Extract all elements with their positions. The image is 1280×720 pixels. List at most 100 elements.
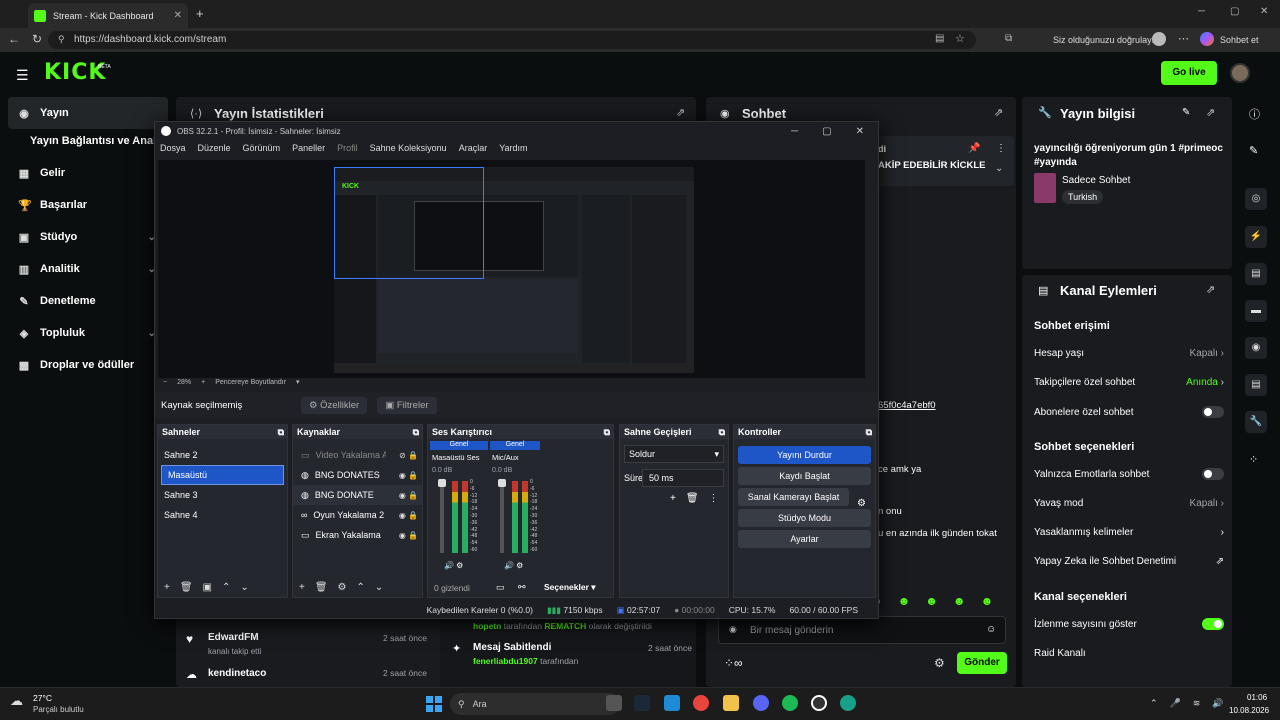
banned-words-row[interactable]: Yasaklanmış kelimeler › (1034, 527, 1224, 538)
speaker-icon[interactable]: 🔊 ⚙ (504, 561, 523, 570)
taskbar-search[interactable]: ⚲ Ara (450, 693, 620, 715)
maximize-icon[interactable]: ▢ (1230, 6, 1239, 17)
visibility-icon[interactable]: ◉ 🔒 (399, 531, 418, 540)
menu-file[interactable]: Dosya (160, 143, 186, 153)
edit-icon[interactable]: ✎ (1182, 107, 1190, 118)
move-up-icon[interactable]: ⌃ (357, 582, 365, 593)
sidebar-item-studio[interactable]: ▣ Stüdyo ⌄ (8, 221, 168, 253)
obs-minimize-icon[interactable]: ─ (791, 126, 798, 137)
go-live-button[interactable]: Go live (1161, 61, 1217, 85)
document-icon[interactable]: ▤ (1245, 263, 1267, 285)
spotify-icon[interactable] (782, 695, 798, 711)
dock-popout-icon[interactable]: ⧉ (278, 427, 284, 438)
tab-close-icon[interactable]: ✕ (174, 10, 182, 21)
volume-slider[interactable] (440, 481, 444, 553)
chat-input[interactable]: Bir mesaj gönderin (750, 625, 833, 636)
site-info-icon[interactable]: ⚲ (58, 34, 65, 45)
studio-mode-button[interactable]: Stüdyo Modu (738, 509, 871, 527)
favorite-icon[interactable]: ☆ (955, 32, 965, 45)
gear-icon[interactable]: ⚙ (338, 582, 347, 593)
wrench-icon[interactable]: 🔧 (1245, 411, 1267, 433)
add-icon[interactable]: + (164, 582, 170, 593)
mixer-channel-name[interactable]: Masaüstü Ses (432, 453, 480, 462)
emoji-icon[interactable]: ☺ (986, 624, 996, 635)
reader-icon[interactable]: ▤ (935, 33, 944, 44)
emote-icon[interactable]: ☻ (925, 594, 938, 608)
edge-icon[interactable] (664, 695, 680, 711)
menu-profile[interactable]: Profil (337, 143, 358, 153)
app-icon[interactable] (840, 695, 856, 711)
trash-icon[interactable]: 🗑 (686, 493, 699, 504)
visibility-icon[interactable]: ◉ 🔒 (399, 471, 418, 480)
pinned-more-icon[interactable]: ⋮ (996, 143, 1006, 154)
scene-item[interactable]: Sahne 4 (158, 505, 287, 525)
filters-button[interactable]: ▣ Filtreler (377, 396, 437, 414)
sidebar-item-moderation[interactable]: ✎ Denetleme (8, 285, 168, 317)
view-count-toggle[interactable] (1202, 618, 1224, 630)
browser-tab[interactable]: Stream - Kick Dashboard ✕ (28, 3, 188, 28)
move-down-icon[interactable]: ⌄ (240, 582, 248, 593)
properties-button[interactable]: ⚙ Özellikler (301, 396, 368, 414)
emote-icon[interactable]: ☻ (981, 594, 994, 608)
visibility-icon[interactable]: ◉ 🔒 (399, 511, 418, 520)
send-button[interactable]: Gönder (957, 652, 1007, 674)
clock-time[interactable]: 01:06 (1247, 693, 1267, 702)
emote-icon[interactable]: ☻ (953, 594, 966, 608)
actions-icon[interactable]: ▤ (1245, 374, 1267, 396)
menu-scene-collection[interactable]: Sahne Koleksiyonu (370, 143, 447, 153)
popout-icon[interactable]: ⇗ (676, 106, 685, 119)
pin-icon[interactable]: 📌 (968, 143, 980, 154)
volume-slider[interactable] (500, 481, 504, 553)
add-icon[interactable]: + (299, 582, 305, 593)
zoom-in-icon[interactable]: + (201, 379, 205, 386)
sidebar-item-drops[interactable]: ▩ Droplar ve ödüller (8, 349, 168, 381)
copilot-chat-button[interactable]: Sohbet et (1220, 35, 1259, 45)
chevron-up-icon[interactable]: ⌃ (1150, 698, 1158, 709)
bolt-icon[interactable]: ⚡ (1245, 226, 1267, 248)
subs-only-toggle[interactable] (1202, 406, 1224, 418)
add-icon[interactable]: + (670, 493, 676, 504)
mixer-options-button[interactable]: Seçenekler ▾ (544, 582, 596, 593)
slow-mode-row[interactable]: Yavaş mod Kapalı › (1034, 498, 1224, 509)
task-view-icon[interactable] (606, 695, 622, 711)
sidebar-item-analytics[interactable]: ▥ Analitik ⌄ (8, 253, 168, 285)
menu-docks[interactable]: Paneller (292, 143, 325, 153)
obs-maximize-icon[interactable]: ▢ (822, 126, 831, 137)
extensions-icon[interactable]: ⧉ (1005, 33, 1012, 44)
followers-only-row[interactable]: Takipçilere özel sohbet Anında › (1034, 377, 1224, 388)
emote-icon[interactable]: ☻ (898, 594, 911, 608)
menu-edit[interactable]: Düzenle (198, 143, 231, 153)
account-age-row[interactable]: Hesap yaşı Kapalı › (1034, 348, 1224, 359)
dock-popout-icon[interactable]: ⧉ (719, 427, 725, 438)
start-recording-button[interactable]: Kaydı Başlat (738, 467, 871, 485)
popout-icon[interactable]: ⇗ (1206, 106, 1215, 119)
visibility-icon[interactable]: ◉ 🔒 (399, 491, 418, 500)
clock-date[interactable]: 10.08.2026 (1229, 706, 1269, 715)
ai-mod-row[interactable]: Yapay Zeka ile Sohbet Denetimi ⇗ (1034, 556, 1224, 567)
start-virtualcam-button[interactable]: Sanal Kamerayı Başlat (738, 488, 849, 506)
edit-icon[interactable]: ✎ (1249, 144, 1258, 157)
source-item[interactable]: ▭ Video Yakalama Aygıtı ⊘ 🔒 (293, 445, 422, 465)
chat-links-icon[interactable]: ⁘∞ (724, 656, 743, 670)
minimize-icon[interactable]: ─ (1198, 6, 1205, 17)
trash-icon[interactable]: 🗑 (180, 582, 193, 593)
source-item[interactable]: ▭ Ekran Yakalama ◉ 🔒 (293, 525, 422, 545)
chat-bubble-icon[interactable]: ▬ (1245, 300, 1267, 322)
raid-row[interactable]: Raid Kanalı (1034, 648, 1224, 659)
chat-user-icon[interactable]: ◉ (729, 624, 737, 635)
steam-icon[interactable] (634, 695, 650, 711)
volume-icon[interactable]: 🔊 (1212, 698, 1223, 709)
broadcast-icon[interactable]: ◉ (1245, 337, 1267, 359)
wifi-icon[interactable]: ≋ (1193, 698, 1201, 709)
mixer-channel-name[interactable]: Mic/Aux (492, 453, 519, 462)
source-item[interactable]: ◍ BNG DONATES ◉ 🔒 (293, 465, 422, 485)
chevron-down-icon[interactable]: ▾ (296, 378, 300, 386)
sidebar-item-revenue[interactable]: ▦ Gelir (8, 157, 168, 189)
fit-window-select[interactable]: Pencereye Boyutlandır (215, 379, 286, 386)
scene-item[interactable]: Sahne 2 (158, 445, 287, 465)
dock-popout-icon[interactable]: ⧉ (413, 427, 419, 438)
sidebar-item-community[interactable]: ◈ Topluluk ⌄ (8, 317, 168, 349)
user-avatar[interactable] (1230, 63, 1250, 83)
menu-help[interactable]: Yardım (499, 143, 527, 153)
mic-icon[interactable]: 🎤 (1170, 698, 1181, 709)
